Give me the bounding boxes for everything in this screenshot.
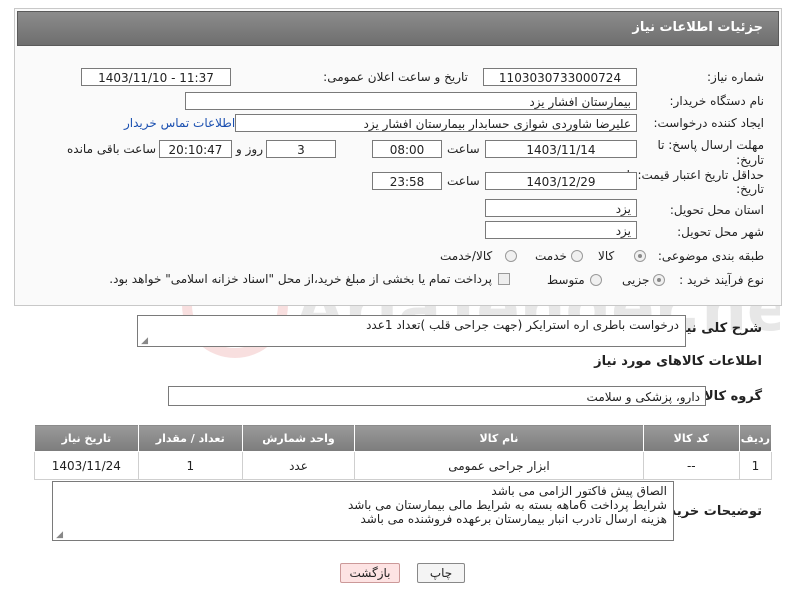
deadline-days-field: 3 xyxy=(266,140,336,158)
print-button[interactable]: چاپ xyxy=(417,563,465,583)
buyer-note-line: الصاق پیش فاکتور الزامی می باشد xyxy=(491,484,667,498)
back-button[interactable]: بازگشت xyxy=(340,563,400,583)
process-option-medium: متوسط xyxy=(547,273,585,287)
process-radio-medium[interactable] xyxy=(590,274,602,286)
need-number-label: شماره نیاز: xyxy=(707,70,764,84)
deadline-time-field: 08:00 xyxy=(372,140,442,158)
table-row: 1 -- ابزار جراحی عمومی عدد 1 1403/11/24 xyxy=(34,451,773,480)
treasury-payment-note: پرداخت تمام یا بخشی از مبلغ خرید،از محل … xyxy=(109,272,492,286)
treasury-payment-checkbox[interactable] xyxy=(498,273,510,285)
goods-section-title: اطلاعات کالاهای مورد نیاز xyxy=(594,354,762,369)
buyer-note-line: هزینه ارسال تادرب انبار بیمارستان برعهده… xyxy=(360,512,667,526)
deadline-date-field: 1403/11/14 xyxy=(485,140,637,158)
cell-row-number: 1 xyxy=(738,451,773,480)
col-header-unit: واحد شمارش xyxy=(241,424,356,452)
col-header-quantity: تعداد / مقدار xyxy=(137,424,243,452)
remaining-time-label: ساعت باقی مانده xyxy=(67,142,157,156)
resize-handle-icon[interactable]: ◢ xyxy=(140,337,148,346)
buyer-org-label: نام دستگاه خریدار: xyxy=(669,94,765,108)
cell-need-date: 1403/11/24 xyxy=(34,451,139,480)
deadline-label-line1: مهلت ارسال پاسخ: تا xyxy=(657,138,764,152)
category-label: طبقه بندی موضوعی: xyxy=(657,249,764,263)
table-header-row: ردیف کد کالا نام کالا واحد شمارش تعداد /… xyxy=(34,424,773,452)
process-radio-minor[interactable] xyxy=(653,274,665,286)
deadline-time-label: ساعت xyxy=(447,142,480,156)
province-label: استان محل تحویل: xyxy=(669,203,764,217)
description-text: درخواست باطری اره استرایکر (جهت جراحی قل… xyxy=(366,318,679,332)
goods-group-label: گروه کالا: xyxy=(698,389,762,404)
city-label: شهر محل تحویل: xyxy=(677,225,764,239)
col-header-need-date: تاریخ نیاز xyxy=(34,424,139,452)
cell-item-name: ابزار جراحی عمومی xyxy=(354,451,644,480)
col-header-item-name: نام کالا xyxy=(354,424,644,452)
process-type-label: نوع فرآیند خرید : xyxy=(679,273,764,287)
category-radio-goods-service[interactable] xyxy=(505,250,517,262)
remaining-time-field: 20:10:47 xyxy=(159,140,232,158)
buyer-contact-link[interactable]: اطلاعات تماس خریدار xyxy=(124,116,235,130)
buyer-notes-field: الصاق پیش فاکتور الزامی می باشد شرایط پر… xyxy=(52,481,674,541)
requester-label: ایجاد کننده درخواست: xyxy=(653,116,764,130)
province-field: یزد xyxy=(485,199,637,217)
category-option-goods: کالا xyxy=(598,249,615,263)
price-validity-date-field: 1403/12/29 xyxy=(485,172,637,190)
category-radio-goods[interactable] xyxy=(634,250,646,262)
col-header-row-number: ردیف xyxy=(738,424,773,452)
category-radio-service[interactable] xyxy=(571,250,583,262)
buyer-note-line: شرایط پرداخت 6ماهه بسته به شرایط مالی بی… xyxy=(347,498,667,512)
city-field: یزد xyxy=(485,221,637,239)
deadline-days-label: روز و xyxy=(236,142,263,156)
price-validity-time-field: 23:58 xyxy=(372,172,442,190)
cell-unit: عدد xyxy=(241,451,356,480)
announce-datetime-field: 1403/11/10 - 11:37 xyxy=(81,68,231,86)
need-number-field: 1103030733000724 xyxy=(483,68,637,86)
announce-datetime-label: تاریخ و ساعت اعلان عمومی: xyxy=(323,70,468,84)
requester-field: علیرضا شاوردی شوازی حسابدار بیمارستان اف… xyxy=(235,114,637,132)
description-field: درخواست باطری اره استرایکر (جهت جراحی قل… xyxy=(137,315,686,347)
col-header-item-code: کد کالا xyxy=(642,424,740,452)
category-option-goods-service: کالا/خدمت xyxy=(440,249,493,263)
resize-handle-icon[interactable]: ◢ xyxy=(55,531,63,540)
price-validity-label-line2: تاریخ: xyxy=(736,182,764,196)
goods-table: ردیف کد کالا نام کالا واحد شمارش تعداد /… xyxy=(34,424,773,480)
buyer-org-field: بیمارستان افشار یزد xyxy=(185,92,637,110)
category-option-service: خدمت xyxy=(535,249,567,263)
goods-group-field: دارو، پزشکی و سلامت xyxy=(168,386,706,406)
page-title: جزئیات اطلاعات نیاز xyxy=(632,20,763,35)
price-validity-time-label: ساعت xyxy=(447,174,480,188)
cell-quantity: 1 xyxy=(137,451,243,480)
deadline-label-line2: تاریخ: xyxy=(736,153,764,167)
cell-item-code: -- xyxy=(642,451,740,480)
price-validity-label-line1: حداقل تاریخ اعتبار قیمت: تا xyxy=(626,168,764,182)
process-option-minor: جزیی xyxy=(622,273,650,287)
